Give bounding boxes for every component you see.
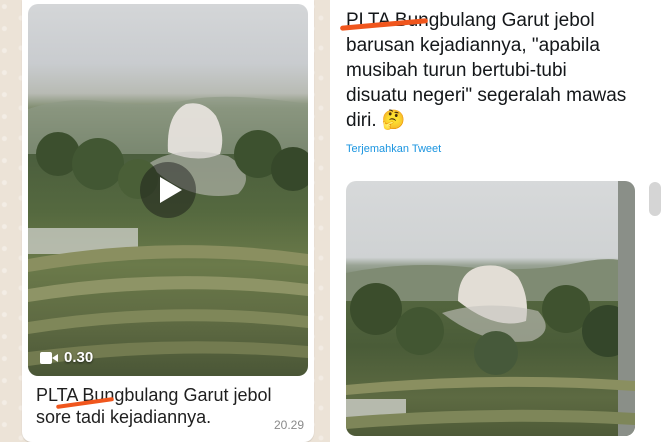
tweet-line: musibah turun bertubi-tubi xyxy=(346,60,567,81)
tweet-text: PLTA Bungbulang Garut jebol barusan keja… xyxy=(346,8,651,133)
video-camera-icon xyxy=(40,351,58,364)
tweet-panel: PLTA Bungbulang Garut jebol barusan keja… xyxy=(330,0,664,442)
video-thumbnail[interactable]: 0.30 xyxy=(28,4,308,376)
tweet-line: disuatu negeri" segeralah mawas xyxy=(346,85,627,106)
message-bubble: 0.30 PLTA Bungbulang Garut jebol sore ta… xyxy=(22,0,314,442)
message-timestamp: 20.29 xyxy=(273,418,304,432)
translate-tweet-link[interactable]: Terjemahkan Tweet xyxy=(346,143,441,155)
tweet-line: barusan kejadiannya, "apabila xyxy=(346,35,600,56)
whatsapp-chat-panel: 0.30 PLTA Bungbulang Garut jebol sore ta… xyxy=(0,0,330,442)
photo-scene xyxy=(346,181,635,436)
play-icon[interactable] xyxy=(140,162,196,218)
tweet-line: diri. 🤔 xyxy=(346,110,406,131)
duration-label: 0.30 xyxy=(64,349,94,366)
tweet-photo[interactable] xyxy=(346,181,635,436)
video-duration: 0.30 xyxy=(40,349,93,366)
caption-line-2: sore tadi kejadiannya. xyxy=(36,407,212,427)
scroll-handle[interactable] xyxy=(649,182,661,216)
